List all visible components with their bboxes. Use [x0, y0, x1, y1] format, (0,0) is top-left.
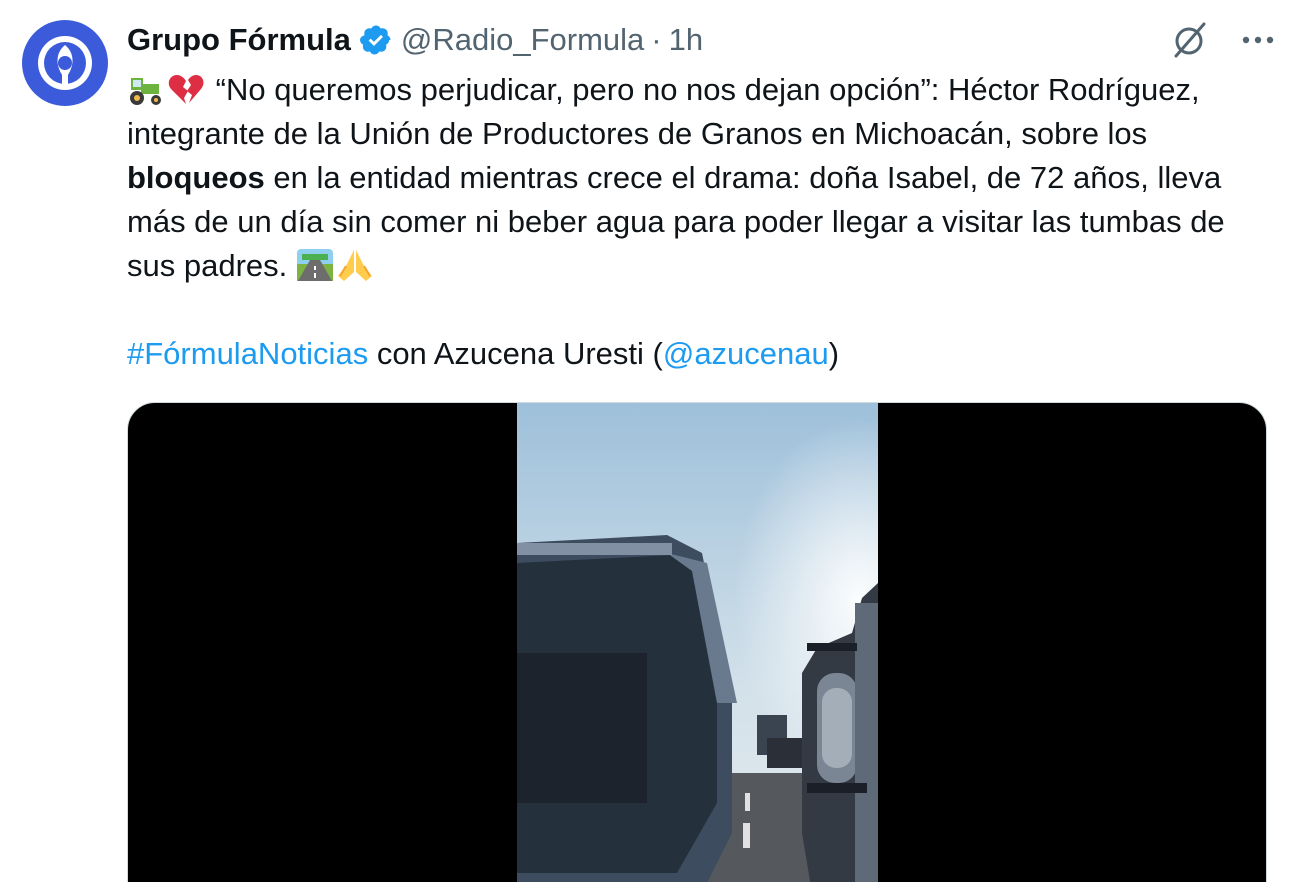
mention-link[interactable]: @azucenau — [663, 336, 829, 371]
tweet[interactable]: Grupo Fórmula @Radio_Formula · 1h “No qu… — [0, 0, 1306, 882]
verified-badge-icon[interactable] — [359, 23, 393, 57]
tweet-text-close: ) — [828, 336, 840, 371]
tweet-text-mid: con Azucena Uresti ( — [368, 336, 663, 371]
more-options-icon[interactable] — [1240, 30, 1276, 55]
user-handle[interactable]: @Radio_Formula — [401, 22, 644, 58]
tweet-text-part2: en la entidad mientras crece el drama: d… — [127, 160, 1225, 283]
grupo-formula-logo-icon — [38, 36, 92, 90]
tweet-text: “No queremos perjudicar, pero no nos dej… — [127, 68, 1277, 376]
tweet-actions-top — [1170, 20, 1276, 65]
avatar[interactable] — [22, 20, 108, 106]
highway-scene-image — [517, 403, 878, 882]
folded-hands-emoji-icon — [337, 250, 372, 281]
tweet-text-part1: “No queremos perjudicar, pero no nos dej… — [127, 72, 1200, 151]
tractor-emoji-icon — [130, 78, 161, 105]
hashtag-link[interactable]: #FórmulaNoticias — [127, 336, 368, 371]
video-player[interactable] — [127, 402, 1267, 882]
video-thumbnail[interactable] — [517, 403, 878, 882]
tweet-text-bold: bloqueos — [127, 160, 265, 195]
timestamp[interactable]: 1h — [669, 22, 703, 58]
broken-heart-emoji-icon — [168, 75, 204, 104]
display-name[interactable]: Grupo Fórmula — [127, 22, 351, 58]
motorway-emoji-icon — [296, 249, 333, 281]
separator-dot: · — [651, 22, 662, 57]
tweet-header: Grupo Fórmula @Radio_Formula · 1h — [127, 18, 703, 62]
grok-icon[interactable] — [1170, 20, 1210, 65]
